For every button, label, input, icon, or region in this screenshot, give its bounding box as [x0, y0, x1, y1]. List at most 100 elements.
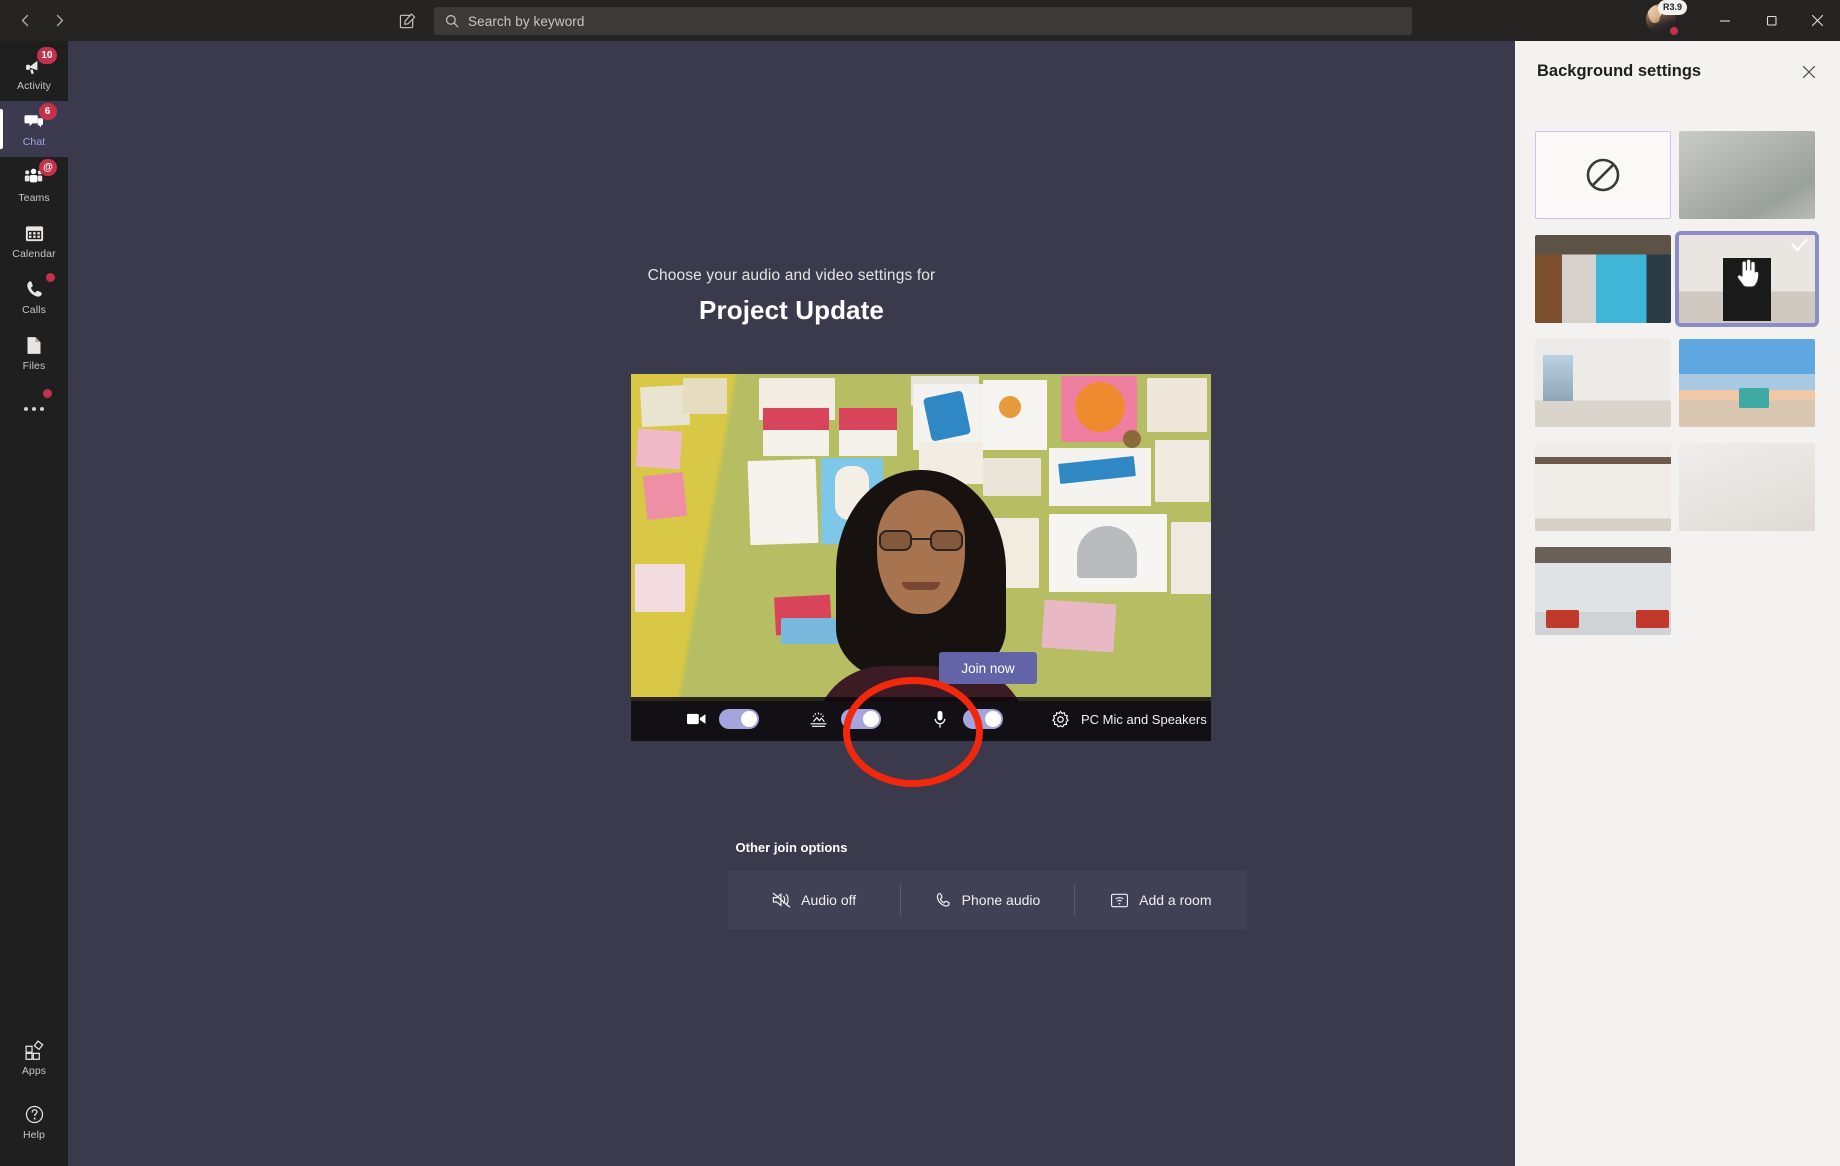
minimize-icon — [1720, 19, 1730, 22]
sidebar-item-activity[interactable]: 10 Activity — [0, 45, 68, 101]
wall-art — [1147, 378, 1207, 432]
phone-handset-icon — [936, 892, 950, 907]
wall-art — [635, 564, 685, 612]
background-thumb-wood-beam-room[interactable] — [1535, 443, 1671, 531]
wall-art — [1077, 526, 1137, 578]
apps-grid-icon — [24, 1039, 45, 1061]
wall-art — [999, 396, 1021, 418]
panel-header: Background settings — [1515, 41, 1840, 101]
back-button[interactable] — [8, 4, 42, 38]
video-preview[interactable] — [631, 374, 1211, 701]
gear-icon[interactable] — [1047, 709, 1073, 729]
background-thumb-blur[interactable] — [1679, 131, 1815, 219]
sidebar-item-more[interactable] — [0, 381, 68, 437]
background-thumb-mirror-room[interactable] — [1675, 231, 1819, 327]
maximize-button[interactable] — [1748, 0, 1794, 41]
avatar-tooltip-badge: R3.9 — [1658, 0, 1688, 15]
wall-art — [683, 378, 727, 414]
camera-toggle[interactable] — [719, 709, 759, 729]
search-icon — [445, 14, 459, 28]
no-background-icon — [1586, 158, 1620, 192]
chevron-left-icon — [21, 14, 28, 27]
camera-toggle-knob — [741, 711, 757, 727]
phone-audio-label: Phone audio — [961, 892, 1041, 908]
wall-art — [1155, 440, 1209, 502]
background-thumb-none[interactable] — [1535, 131, 1671, 219]
wall-art — [839, 430, 897, 456]
activity-badge: 10 — [37, 47, 57, 64]
calendar-icon — [24, 222, 45, 244]
camera-icon[interactable] — [683, 712, 709, 726]
sidebar-label-teams: Teams — [18, 192, 50, 204]
wall-art — [1171, 522, 1211, 594]
sidebar-label-files: Files — [22, 360, 46, 372]
minimize-button[interactable] — [1702, 0, 1748, 41]
wall-art — [1123, 430, 1141, 448]
background-thumb-open-office[interactable] — [1535, 547, 1671, 635]
teams-people-icon: @ — [23, 159, 57, 188]
room-device-icon — [1111, 893, 1129, 907]
page-title: Project Update — [699, 295, 884, 325]
close-icon — [1811, 14, 1823, 27]
selected-check-icon — [1791, 238, 1808, 258]
teams-badge: @ — [39, 159, 57, 176]
search-bar[interactable]: Search by keyword — [434, 7, 1412, 35]
sidebar-item-teams[interactable]: @ Teams — [0, 157, 68, 213]
sidebar-label-calls: Calls — [22, 304, 46, 316]
wall-art — [642, 472, 688, 520]
microphone-icon[interactable] — [927, 710, 953, 729]
forward-button[interactable] — [42, 4, 76, 38]
sidebar-item-calendar[interactable]: Calendar — [0, 213, 68, 269]
rail-bottom-group: Apps Help — [0, 1030, 68, 1150]
user-avatar-button[interactable]: R3.9 — [1646, 0, 1688, 38]
sidebar-label-activity: Activity — [16, 80, 52, 92]
add-a-room-option[interactable]: Add a room — [1075, 871, 1247, 929]
file-icon — [24, 334, 44, 356]
background-settings-panel: Background settings — [1515, 41, 1840, 1166]
wall-art — [781, 618, 841, 644]
sidebar-label-help: Help — [23, 1129, 45, 1141]
window-controls-group: R3.9 — [1646, 0, 1840, 41]
phone-audio-option[interactable]: Phone audio — [901, 871, 1073, 929]
device-label: PC Mic and Speakers — [1081, 711, 1207, 727]
search-input-placeholder: Search by keyword — [468, 13, 585, 29]
microphone-toggle[interactable] — [963, 709, 1003, 729]
speaker-muted-icon — [772, 892, 791, 908]
left-navigation-rail: 10 Activity 6 Chat @ Teams Calendar Call… — [0, 41, 68, 1166]
wall-art — [635, 428, 683, 470]
close-window-button[interactable] — [1794, 0, 1840, 41]
sidebar-item-help[interactable]: Help — [0, 1094, 68, 1150]
microphone-toggle-knob — [985, 711, 1001, 727]
wall-art — [1075, 382, 1125, 432]
background-thumbnail-grid — [1535, 131, 1823, 635]
audio-off-option[interactable]: Audio off — [728, 871, 900, 929]
join-now-button[interactable]: Join now — [939, 652, 1037, 684]
compose-new-chat-icon — [399, 12, 415, 28]
help-question-icon — [24, 1103, 45, 1125]
participant-glasses — [879, 530, 963, 551]
other-join-options-title: Other join options — [735, 840, 848, 855]
close-panel-button[interactable] — [1798, 61, 1820, 83]
sidebar-item-chat[interactable]: 6 Chat — [0, 101, 68, 157]
calls-badge-dot — [45, 273, 55, 282]
more-badge-dot — [43, 389, 52, 398]
sidebar-item-apps[interactable]: Apps — [0, 1030, 68, 1086]
background-thumb-lockers-hallway[interactable] — [1535, 235, 1671, 323]
background-effects-toggle[interactable] — [841, 709, 881, 729]
other-join-options-bar: Audio off Phone audio Add a room — [728, 871, 1247, 929]
navigation-arrows — [8, 4, 76, 38]
compose-new-chat-button[interactable] — [393, 7, 421, 35]
sidebar-label-chat: Chat — [22, 136, 46, 148]
chevron-right-icon — [56, 14, 63, 27]
wall-art — [747, 458, 819, 546]
background-thumb-plain-wall[interactable] — [1679, 443, 1815, 531]
sidebar-item-calls[interactable]: Calls — [0, 269, 68, 325]
background-thumb-living-room-window[interactable] — [1535, 339, 1671, 427]
background-thumb-beach-lifeguard[interactable] — [1679, 339, 1815, 427]
prejoin-subtitle: Choose your audio and video settings for — [647, 267, 936, 284]
background-toggle-knob — [863, 711, 879, 727]
sidebar-item-files[interactable]: Files — [0, 325, 68, 381]
background-effects-icon[interactable] — [805, 711, 831, 728]
status-badge — [1668, 24, 1680, 37]
hand-pointer-cursor — [1735, 257, 1761, 294]
